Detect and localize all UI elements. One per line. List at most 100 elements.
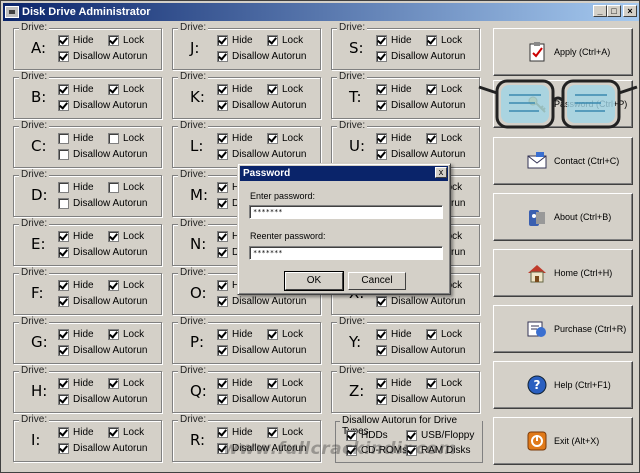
hide-check-box[interactable] <box>58 35 69 46</box>
autorun-check-box[interactable] <box>376 51 387 62</box>
lock-checkbox[interactable]: Lock <box>108 133 144 144</box>
disallow-autorun-checkbox[interactable]: Disallow Autorun <box>58 443 147 454</box>
lock-check-box[interactable] <box>267 84 278 95</box>
lock-check-box[interactable] <box>108 35 119 46</box>
dialog-close-button[interactable]: x <box>435 167 447 178</box>
disallow-autorun-checkbox[interactable]: Disallow Autorun <box>58 149 147 160</box>
hide-checkbox[interactable]: Hide <box>58 329 94 340</box>
hide-checkbox[interactable]: Hide <box>58 231 94 242</box>
hide-check-box[interactable] <box>217 35 228 46</box>
autorun-check-box[interactable] <box>376 394 387 405</box>
hide-checkbox[interactable]: Hide <box>217 133 253 144</box>
lock-checkbox[interactable]: Lock <box>108 280 144 291</box>
lock-check-box[interactable] <box>267 427 278 438</box>
disallow-autorun-checkbox[interactable]: Disallow Autorun <box>58 198 147 209</box>
hide-checkbox[interactable]: Hide <box>58 133 94 144</box>
disallow-autorun-checkbox[interactable]: Disallow Autorun <box>376 345 465 356</box>
cancel-button[interactable]: Cancel <box>348 272 406 290</box>
lock-check-box[interactable] <box>108 329 119 340</box>
disallow-autorun-checkbox[interactable]: Disallow Autorun <box>376 149 465 160</box>
hide-check-box[interactable] <box>376 133 387 144</box>
about-button[interactable]: About (Ctrl+B) <box>493 193 633 241</box>
hide-check-box[interactable] <box>58 280 69 291</box>
lock-checkbox[interactable]: Lock <box>108 182 144 193</box>
lock-checkbox[interactable]: Lock <box>267 329 303 340</box>
reenter-password-field[interactable]: ******* <box>249 246 443 260</box>
hide-checkbox[interactable]: Hide <box>217 378 253 389</box>
minimize-button[interactable]: _ <box>593 5 607 17</box>
hide-checkbox[interactable]: Hide <box>376 329 412 340</box>
hide-check-box[interactable] <box>58 378 69 389</box>
hide-check-box[interactable] <box>58 133 69 144</box>
lock-checkbox[interactable]: Lock <box>426 35 462 46</box>
autorun-check-box[interactable] <box>217 345 228 356</box>
lock-check-box[interactable] <box>108 427 119 438</box>
home-button[interactable]: Home (Ctrl+H) <box>493 249 633 297</box>
hide-check-box[interactable] <box>217 182 228 193</box>
hide-check-box[interactable] <box>217 329 228 340</box>
lock-check-box[interactable] <box>108 231 119 242</box>
autorun-check-box[interactable] <box>376 345 387 356</box>
lock-check-box[interactable] <box>426 35 437 46</box>
hide-checkbox[interactable]: Hide <box>58 280 94 291</box>
dialog-title[interactable]: Password <box>240 166 448 181</box>
lock-checkbox[interactable]: Lock <box>426 133 462 144</box>
lock-check-box[interactable] <box>267 133 278 144</box>
disallow-autorun-checkbox[interactable]: Disallow Autorun <box>217 100 306 111</box>
disallow-autorun-checkbox[interactable]: Disallow Autorun <box>58 51 147 62</box>
lock-checkbox[interactable]: Lock <box>426 84 462 95</box>
lock-checkbox[interactable]: Lock <box>267 427 303 438</box>
lock-check-box[interactable] <box>108 280 119 291</box>
lock-check-box[interactable] <box>108 133 119 144</box>
lock-checkbox[interactable]: Lock <box>267 84 303 95</box>
hide-check-box[interactable] <box>217 427 228 438</box>
autorun-check-box[interactable] <box>58 198 69 209</box>
hide-checkbox[interactable]: Hide <box>58 35 94 46</box>
lock-checkbox[interactable]: Lock <box>108 427 144 438</box>
lock-checkbox[interactable]: Lock <box>108 378 144 389</box>
lock-checkbox[interactable]: Lock <box>426 329 462 340</box>
autorun-check-box[interactable] <box>376 149 387 160</box>
apply-button[interactable]: Apply (Ctrl+A) <box>493 28 633 76</box>
lock-check-box[interactable] <box>108 182 119 193</box>
hide-checkbox[interactable]: Hide <box>58 427 94 438</box>
hide-check-box[interactable] <box>217 378 228 389</box>
lock-checkbox[interactable]: Lock <box>426 378 462 389</box>
lock-checkbox[interactable]: Lock <box>267 378 303 389</box>
lock-check-box[interactable] <box>267 378 278 389</box>
autorun-check-box[interactable] <box>58 149 69 160</box>
lock-checkbox[interactable]: Lock <box>108 231 144 242</box>
hide-check-box[interactable] <box>58 231 69 242</box>
disallow-autorun-checkbox[interactable]: Disallow Autorun <box>217 51 306 62</box>
lock-check-box[interactable] <box>108 378 119 389</box>
purchase-button[interactable]: Purchase (Ctrl+R) <box>493 305 633 353</box>
disallow-autorun-checkbox[interactable]: Disallow Autorun <box>217 296 306 307</box>
lock-checkbox[interactable]: Lock <box>267 133 303 144</box>
lock-check-box[interactable] <box>426 378 437 389</box>
hide-check-box[interactable] <box>376 84 387 95</box>
hide-check-box[interactable] <box>217 231 228 242</box>
lock-checkbox[interactable]: Lock <box>108 35 144 46</box>
hide-checkbox[interactable]: Hide <box>217 84 253 95</box>
contact-button[interactable]: Contact (Ctrl+C) <box>493 137 633 185</box>
lock-check-box[interactable] <box>426 84 437 95</box>
lock-checkbox[interactable]: Lock <box>267 35 303 46</box>
hide-checkbox[interactable]: Hide <box>217 35 253 46</box>
hide-checkbox[interactable]: Hide <box>376 84 412 95</box>
hide-check-box[interactable] <box>376 378 387 389</box>
disallow-autorun-checkbox[interactable]: Disallow Autorun <box>58 345 147 356</box>
autorun-check-box[interactable] <box>217 149 228 160</box>
disallow-autorun-checkbox[interactable]: Disallow Autorun <box>217 149 306 160</box>
hide-checkbox[interactable]: Hide <box>58 84 94 95</box>
hide-check-box[interactable] <box>376 35 387 46</box>
maximize-button[interactable]: □ <box>607 5 621 17</box>
hide-checkbox[interactable]: Hide <box>376 378 412 389</box>
lock-check-box[interactable] <box>426 133 437 144</box>
hide-check-box[interactable] <box>58 427 69 438</box>
autorun-check-box[interactable] <box>376 100 387 111</box>
hide-check-box[interactable] <box>217 84 228 95</box>
autorun-check-box[interactable] <box>58 51 69 62</box>
disallow-autorun-checkbox[interactable]: Disallow Autorun <box>217 345 306 356</box>
lock-checkbox[interactable]: Lock <box>108 329 144 340</box>
disallow-autorun-checkbox[interactable]: Disallow Autorun <box>376 394 465 405</box>
